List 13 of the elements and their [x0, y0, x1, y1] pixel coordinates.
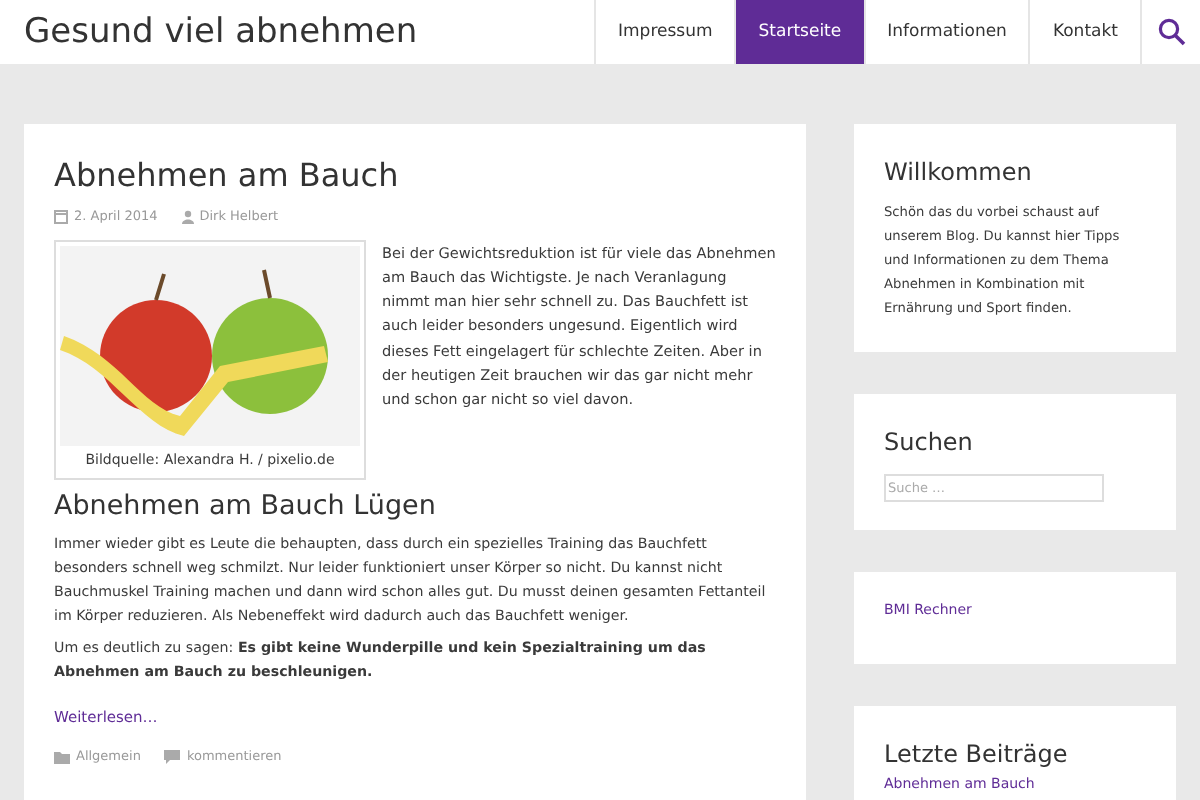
- person-icon: [181, 210, 194, 225]
- comment-icon: [164, 750, 181, 765]
- post-subheading: Abnehmen am Bauch Lügen: [54, 487, 438, 524]
- post-title[interactable]: Abnehmen am Bauch: [54, 156, 776, 196]
- nav-tab[interactable]: Startseite: [734, 0, 864, 64]
- site-title[interactable]: Gesund viel abnehmen: [0, 0, 595, 64]
- widget-title: Suchen: [884, 426, 975, 458]
- nav-tab[interactable]: Informationen: [863, 0, 1029, 64]
- widget-title: Willkommen: [884, 156, 1034, 188]
- widget-title: Letzte Beiträge: [884, 738, 1070, 770]
- folder-icon: [54, 751, 70, 764]
- calendar-icon: [54, 210, 68, 225]
- nav-tab[interactable]: Kontakt: [1028, 0, 1140, 64]
